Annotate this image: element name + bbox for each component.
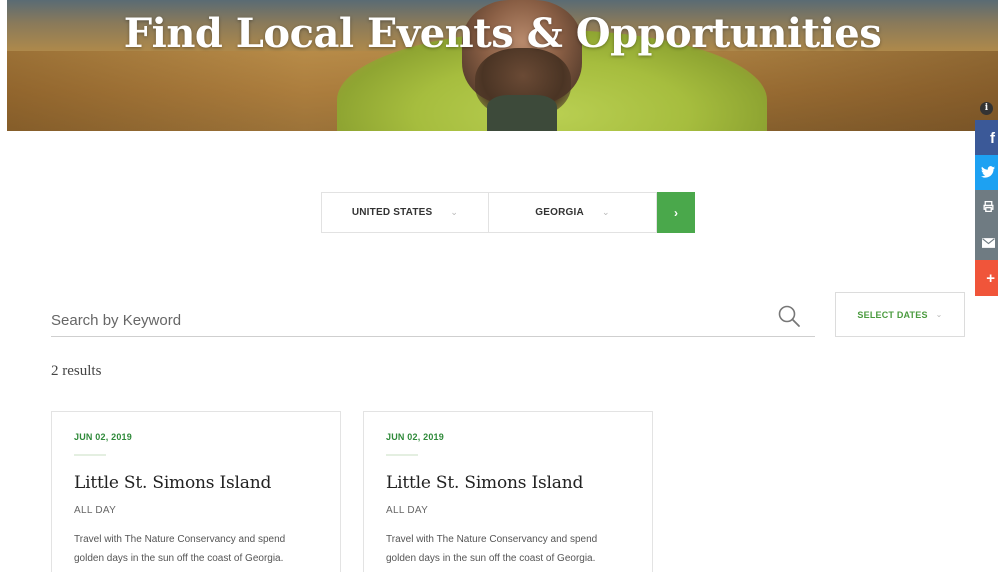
state-select-value: GEORGIA [535,207,584,218]
country-select[interactable]: UNITED STATES ⌄ [321,192,489,233]
event-card[interactable]: JUN 02, 2019 Little St. Simons Island AL… [51,411,341,572]
twitter-icon [981,165,995,182]
facebook-share-button[interactable]: f [975,120,998,156]
print-icon [982,200,995,217]
hero-banner: Find Local Events & Opportunities [7,0,998,131]
event-time: ALL DAY [74,505,117,516]
location-go-button[interactable]: › [657,192,695,233]
print-share-button[interactable] [975,190,998,226]
event-date: JUN 02, 2019 [74,432,132,442]
event-description: Travel with The Nature Conservancy and s… [74,534,286,564]
email-share-button[interactable] [975,225,998,261]
event-card[interactable]: JUN 02, 2019 Little St. Simons Island AL… [363,411,653,572]
page-title: Find Local Events & Opportunities [123,10,882,57]
select-dates-button[interactable]: SELECT DATES ⌄ [835,292,965,337]
state-select[interactable]: GEORGIA ⌄ [489,192,657,233]
divider [74,454,106,456]
chevron-down-icon: ⌄ [935,310,943,319]
event-title[interactable]: Little St. Simons Island [386,473,630,493]
results-count: 2 results [51,363,102,379]
chevron-down-icon: ⌄ [601,207,610,217]
keyword-search [51,300,815,337]
email-icon [982,235,995,252]
event-time: ALL DAY [386,505,429,516]
share-info-icon[interactable]: i [980,102,993,115]
more-share-button[interactable]: + [975,260,998,296]
chevron-right-icon: › [674,205,678,220]
search-icon[interactable] [777,304,801,328]
plus-icon: + [986,269,995,287]
chevron-down-icon: ⌄ [450,207,459,217]
event-title[interactable]: Little St. Simons Island [74,473,318,493]
event-date: JUN 02, 2019 [386,432,444,442]
facebook-icon: f [990,129,995,147]
twitter-share-button[interactable] [975,155,998,191]
search-input[interactable] [51,308,751,332]
country-select-value: UNITED STATES [351,207,433,218]
event-description: Travel with The Nature Conservancy and s… [386,534,598,564]
location-selector: UNITED STATES ⌄ GEORGIA ⌄ › [321,192,695,233]
hero-image-shirt [487,95,557,131]
select-dates-label: SELECT DATES [857,309,928,320]
divider [386,454,418,456]
